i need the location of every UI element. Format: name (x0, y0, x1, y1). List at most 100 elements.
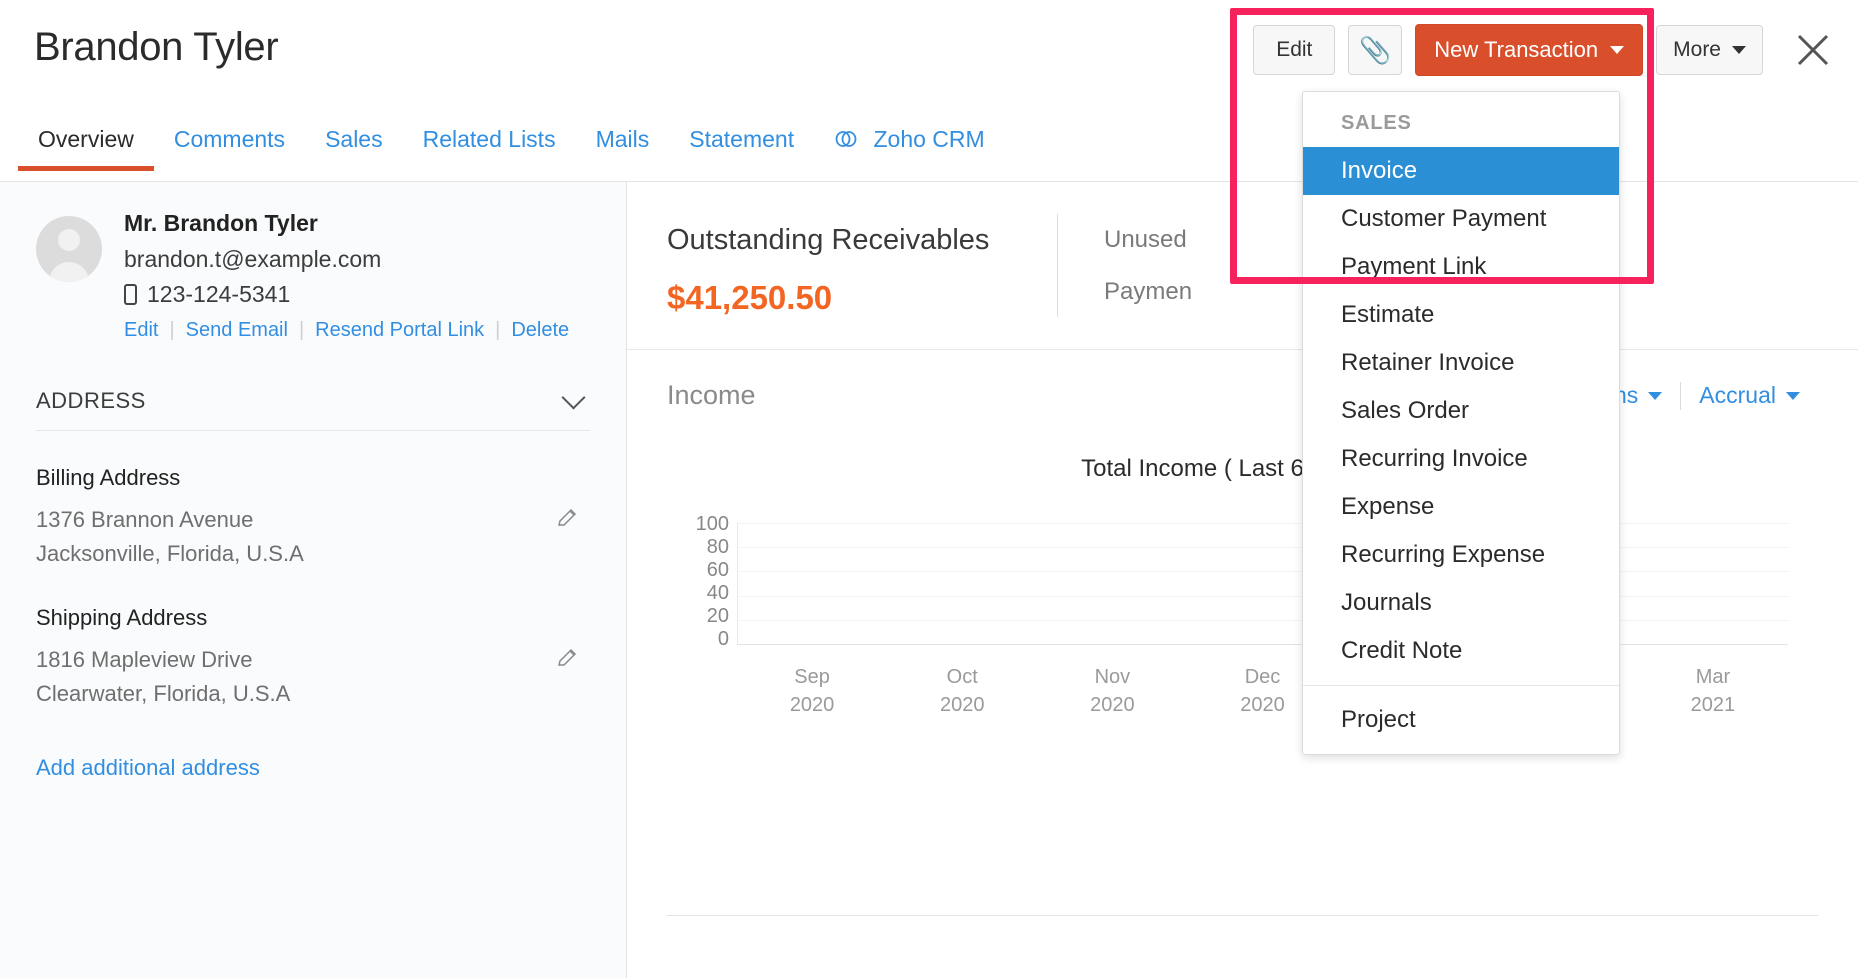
new-transaction-button[interactable]: New Transaction (1415, 24, 1643, 76)
more-button[interactable]: More (1656, 25, 1763, 75)
contact-email: brandon.t@example.com (124, 246, 569, 273)
tab-label: Comments (174, 126, 285, 152)
y-tick: 60 (707, 559, 729, 582)
shipping-address-block: Shipping Address 1816 Mapleview Drive Cl… (36, 605, 590, 711)
tab-statement[interactable]: Statement (669, 120, 814, 171)
address-section-header[interactable]: ADDRESS (36, 388, 590, 431)
y-tick: 100 (696, 513, 729, 536)
tab-comments[interactable]: Comments (154, 120, 305, 171)
tab-label: Mails (596, 126, 650, 152)
contact-actions: Edit | Send Email | Resend Portal Link |… (124, 319, 569, 342)
tab-label: Sales (325, 126, 383, 152)
x-tick-year: 2020 (1037, 691, 1187, 719)
x-tick-year: 2020 (887, 691, 1037, 719)
billing-address-label: Billing Address (36, 465, 590, 491)
tab-overview[interactable]: Overview (18, 120, 154, 171)
customer-detail-page: Brandon Tyler Edit 📎 New Transaction Mor… (0, 0, 1858, 978)
gridline (738, 620, 1788, 621)
tab-label: Zoho CRM (873, 126, 984, 152)
send-email-link[interactable]: Send Email (186, 319, 288, 342)
dropdown-item-estimate[interactable]: Estimate (1303, 291, 1619, 339)
dropdown-item-recurring-invoice[interactable]: Recurring Invoice (1303, 435, 1619, 483)
attachment-button[interactable]: 📎 (1348, 25, 1402, 75)
billing-address-line2: Jacksonville, Florida, U.S.A (36, 537, 590, 571)
divider: | (288, 319, 315, 342)
more-label: More (1673, 38, 1721, 62)
address-section-title: ADDRESS (36, 388, 146, 414)
dropdown-group-label: SALES (1303, 100, 1619, 147)
x-tick-year: 2021 (1638, 691, 1788, 719)
chevron-down-icon (561, 385, 585, 409)
outstanding-receivables-title: Outstanding Receivables (667, 224, 1057, 257)
tab-related-lists[interactable]: Related Lists (403, 120, 576, 171)
billing-address-block: Billing Address 1376 Brannon Avenue Jack… (36, 465, 590, 571)
chevron-down-icon (1648, 392, 1662, 400)
chevron-down-icon (1610, 46, 1624, 54)
divider: | (158, 319, 185, 342)
income-chart-card: Income ns Accrual Total Income ( Last 6 … (627, 350, 1858, 673)
header-actions: Edit 📎 New Transaction More (1253, 24, 1834, 76)
y-tick: 40 (707, 582, 729, 605)
dropdown-item-customer-payment[interactable]: Customer Payment (1303, 195, 1619, 243)
dropdown-item-payment-link[interactable]: Payment Link (1303, 243, 1619, 291)
accounting-basis-label: Accrual (1699, 382, 1776, 409)
billing-address-line1: 1376 Brannon Avenue (36, 503, 590, 537)
add-additional-address-link[interactable]: Add additional address (36, 755, 260, 781)
new-transaction-dropdown: SALES Invoice Customer Payment Payment L… (1302, 91, 1620, 755)
chart-header: Income ns Accrual (667, 380, 1818, 417)
tab-sales[interactable]: Sales (305, 120, 403, 171)
close-icon[interactable] (1792, 29, 1834, 71)
dropdown-item-sales-order[interactable]: Sales Order (1303, 387, 1619, 435)
chevron-down-icon (1732, 46, 1746, 54)
contact-phone-number: 123-124-5341 (147, 281, 290, 308)
gridline (738, 547, 1788, 548)
plot-canvas (737, 523, 1788, 645)
chart-controls: ns Accrual (1596, 382, 1818, 410)
income-chart-label: Income (667, 380, 756, 411)
contact-details: Mr. Brandon Tyler brandon.t@example.com … (124, 210, 569, 342)
contact-edit-link[interactable]: Edit (124, 319, 158, 342)
dropdown-item-project[interactable]: Project (1303, 696, 1619, 744)
dropdown-item-recurring-expense[interactable]: Recurring Expense (1303, 531, 1619, 579)
shipping-address-label: Shipping Address (36, 605, 590, 631)
x-tick: Nov 2020 (1037, 663, 1187, 719)
summary-bar: Outstanding Receivables $41,250.50 Unuse… (627, 182, 1858, 350)
x-tick-month: Oct (887, 663, 1037, 691)
tab-mails[interactable]: Mails (576, 120, 670, 171)
shipping-address-line1: 1816 Mapleview Drive (36, 643, 590, 677)
x-tick: Sep 2020 (737, 663, 887, 719)
outstanding-receivables-amount: $41,250.50 (667, 279, 1057, 317)
dropdown-item-credit-note[interactable]: Credit Note (1303, 627, 1619, 675)
resend-portal-link[interactable]: Resend Portal Link (315, 319, 484, 342)
contact-summary: Mr. Brandon Tyler brandon.t@example.com … (36, 182, 590, 342)
edit-button[interactable]: Edit (1253, 25, 1335, 75)
tab-zoho-crm[interactable]: Zoho CRM (814, 120, 1005, 173)
x-axis: Sep 2020 Oct 2020 Nov 2020 Dec 2020 (737, 663, 1788, 719)
main-content: Outstanding Receivables $41,250.50 Unuse… (627, 182, 1858, 978)
x-tick-month: Sep (737, 663, 887, 691)
x-tick: Mar 2021 (1638, 663, 1788, 719)
contact-sidebar: Mr. Brandon Tyler brandon.t@example.com … (0, 182, 627, 978)
gridline (738, 596, 1788, 597)
paperclip-icon: 📎 (1359, 35, 1391, 66)
dropdown-item-expense[interactable]: Expense (1303, 483, 1619, 531)
mobile-icon (124, 284, 137, 305)
dropdown-item-retainer-invoice[interactable]: Retainer Invoice (1303, 339, 1619, 387)
accounting-basis-dropdown[interactable]: Accrual (1681, 382, 1818, 409)
page-title: Brandon Tyler (34, 25, 278, 70)
pencil-icon[interactable] (556, 647, 578, 669)
divider (1303, 685, 1619, 686)
dropdown-item-journals[interactable]: Journals (1303, 579, 1619, 627)
pencil-icon[interactable] (556, 507, 578, 529)
dropdown-item-invoice[interactable]: Invoice (1303, 147, 1619, 195)
tab-label: Overview (38, 126, 134, 152)
contact-phone: 123-124-5341 (124, 281, 569, 308)
chevron-down-icon (1786, 392, 1800, 400)
outstanding-receivables-card: Outstanding Receivables $41,250.50 (627, 182, 1057, 349)
x-tick-year: 2020 (737, 691, 887, 719)
new-transaction-label: New Transaction (1434, 37, 1598, 63)
y-tick: 0 (718, 628, 729, 651)
y-tick: 80 (707, 536, 729, 559)
x-tick-month: Nov (1037, 663, 1187, 691)
delete-link[interactable]: Delete (511, 319, 569, 342)
